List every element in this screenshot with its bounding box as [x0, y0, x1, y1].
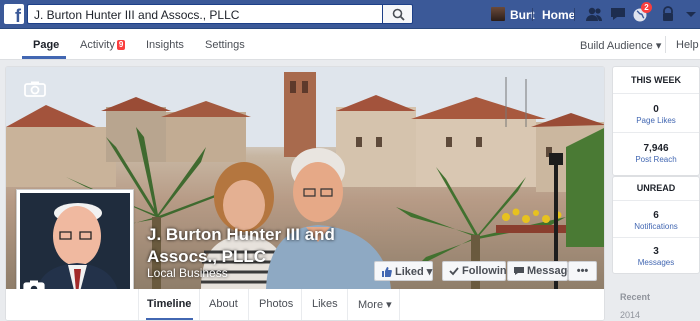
notifications-count: 6: [653, 210, 659, 221]
divider: [301, 289, 302, 320]
messages-link[interactable]: Messages: [613, 258, 699, 267]
page-title[interactable]: J. Burton Hunter III and Assocs., PLLC: [147, 224, 357, 268]
divider: [248, 289, 249, 320]
divider: [138, 289, 139, 320]
more-options-button[interactable]: •••: [568, 261, 597, 281]
message-label: Message: [527, 265, 574, 277]
active-tab-indicator: [22, 56, 66, 59]
divider: [665, 36, 666, 53]
user-avatar[interactable]: [491, 7, 505, 21]
tab-about[interactable]: About: [209, 298, 238, 310]
recent-heading: Recent: [620, 292, 651, 302]
page-tabs-bar: Timeline About Photos Likes More ▾: [6, 289, 604, 320]
tab-likes[interactable]: Likes: [312, 298, 338, 310]
top-navigation-bar: f J. Burton Hunter III and Assocs., PLLC…: [0, 0, 700, 29]
unread-panel: UNREAD 6 Notifications 3 Messages: [612, 176, 700, 274]
notifications-link[interactable]: Notifications: [613, 222, 699, 231]
divider: [347, 289, 348, 320]
following-button[interactable]: Following: [442, 261, 513, 281]
page-admin-nav: Page Activity 9 Insights Settings Build A…: [0, 29, 700, 60]
notification-count-badge: 2: [641, 2, 652, 13]
home-link[interactable]: Home: [542, 8, 575, 22]
thumbs-up-icon: [382, 267, 392, 277]
activity-count-badge: 9: [116, 40, 126, 50]
settings-dropdown-icon[interactable]: [682, 6, 700, 22]
this-week-panel: THIS WEEK 0 Page Likes 7,946 Post Reach: [612, 66, 700, 176]
divider: [399, 289, 400, 320]
tab-more-dropdown[interactable]: More ▾: [358, 298, 392, 311]
tab-settings[interactable]: Settings: [205, 39, 245, 51]
liked-label: Liked ▾: [395, 266, 433, 278]
divider: [613, 93, 699, 94]
liked-button[interactable]: Liked ▾: [374, 261, 433, 281]
page-likes-count: 0: [653, 104, 659, 115]
message-button[interactable]: Message: [507, 261, 573, 281]
tab-activity[interactable]: Activity 9: [80, 39, 126, 51]
right-sidebar: THIS WEEK 0 Page Likes 7,946 Post Reach …: [612, 66, 700, 321]
help-link[interactable]: Help: [676, 39, 699, 51]
following-label: Following: [462, 265, 514, 277]
year-link-2014[interactable]: 2014: [620, 310, 640, 320]
this-week-heading: THIS WEEK: [630, 75, 681, 85]
search-icon: [392, 8, 405, 21]
message-bubble-icon: [514, 267, 524, 275]
friend-requests-icon[interactable]: [585, 6, 603, 22]
search-button[interactable]: [382, 4, 413, 24]
unread-heading: UNREAD: [636, 183, 676, 193]
divider: [532, 8, 533, 21]
user-name-link[interactable]: Burt: [510, 8, 535, 22]
search-input[interactable]: J. Burton Hunter III and Assocs., PLLC: [27, 4, 382, 24]
page-category[interactable]: Local Business: [147, 266, 228, 280]
privacy-shortcuts-icon[interactable]: [660, 6, 678, 22]
tab-photos[interactable]: Photos: [259, 298, 293, 310]
messages-icon[interactable]: [609, 6, 627, 22]
divider: [613, 237, 699, 238]
tab-page[interactable]: Page: [33, 39, 59, 51]
build-audience-dropdown[interactable]: Build Audience ▾: [580, 39, 661, 52]
profile-photo: [20, 193, 130, 303]
page-header-card: J. Burton Hunter III and Assocs., PLLC L…: [5, 66, 605, 321]
checkmark-icon: [449, 267, 459, 276]
divider: [199, 289, 200, 320]
camera-icon[interactable]: [24, 81, 46, 97]
tab-insights[interactable]: Insights: [146, 39, 184, 51]
divider: [574, 8, 575, 21]
post-reach-link[interactable]: Post Reach: [613, 155, 699, 164]
page-likes-link[interactable]: Page Likes: [613, 116, 699, 125]
post-reach-count: 7,946: [643, 143, 669, 154]
facebook-logo[interactable]: f: [4, 4, 24, 24]
tab-activity-label: Activity: [80, 39, 115, 51]
divider: [613, 200, 699, 201]
tab-timeline[interactable]: Timeline: [147, 298, 191, 310]
messages-count: 3: [653, 246, 659, 257]
divider: [613, 132, 699, 133]
